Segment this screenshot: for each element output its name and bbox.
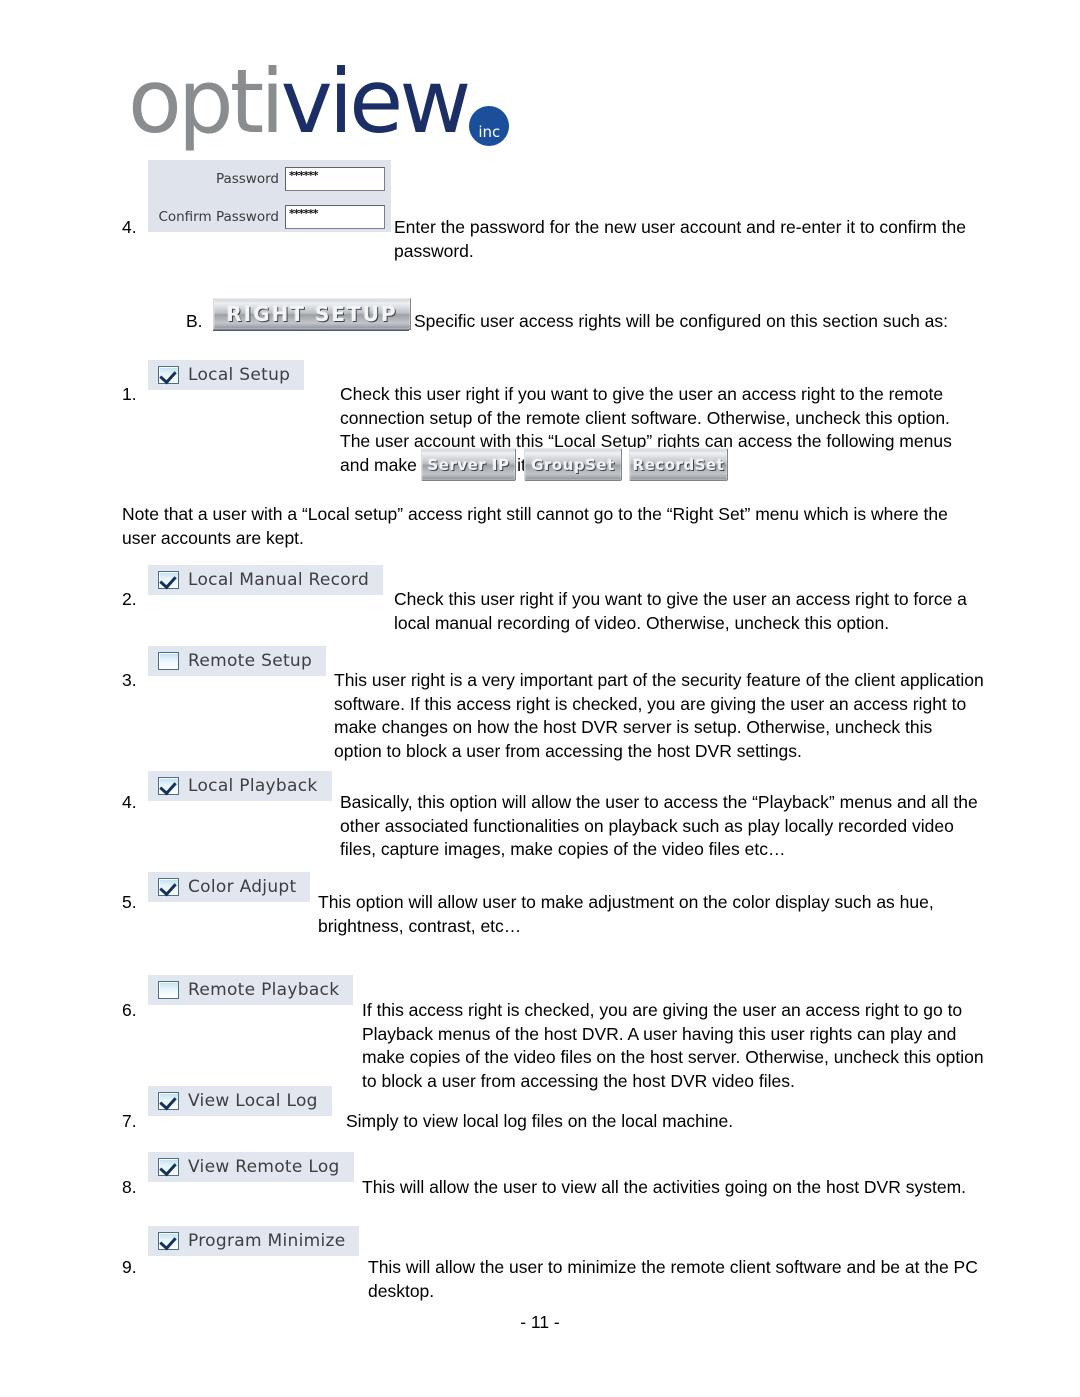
document-page: opti view inc Password ****** Confirm Pass… xyxy=(0,0,1080,1397)
checkbox-chip-remote-playback[interactable]: Remote Playback xyxy=(148,975,354,1005)
logo-text-opti: opti xyxy=(128,50,285,154)
checkbox-chip-local-setup[interactable]: Local Setup xyxy=(148,360,305,390)
server-ip-button[interactable]: Server IP xyxy=(421,448,516,481)
item7-number: 7. xyxy=(122,1111,137,1131)
confirm-password-label: Confirm Password xyxy=(158,209,279,225)
item8-text: This will allow the user to view all the… xyxy=(362,1177,967,1197)
item5-text-head: This option will allow user to make adju… xyxy=(318,892,934,936)
checkbox-checked-icon[interactable] xyxy=(158,1232,179,1250)
item8-number: 8. xyxy=(122,1177,137,1197)
recordset-button[interactable]: RecordSet xyxy=(629,448,728,481)
item3-text-head: This user right is a very important part… xyxy=(334,670,984,761)
checkbox-label-local-setup: Local Setup xyxy=(188,365,291,385)
item2-number: 2. xyxy=(122,589,137,609)
checkbox-chip-view-local-log[interactable]: View Local Log xyxy=(148,1086,332,1116)
item2-text-head: Check this user right if you want to giv… xyxy=(394,589,967,633)
right-setup-button[interactable]: RIGHT SETUP xyxy=(213,298,411,330)
item5-number: 5. xyxy=(122,892,137,912)
checkbox-chip-remote-setup[interactable]: Remote Setup xyxy=(148,646,327,676)
logo-inc-badge: inc xyxy=(469,106,510,146)
checkbox-checked-icon[interactable] xyxy=(158,1158,179,1176)
checkbox-label-view-local-log: View Local Log xyxy=(188,1091,318,1111)
item1-number: 1. xyxy=(122,384,137,404)
checkbox-chip-program-minimize[interactable]: Program Minimize xyxy=(148,1226,360,1256)
checkbox-label-remote-playback: Remote Playback xyxy=(188,980,340,1000)
checkbox-checked-icon[interactable] xyxy=(158,366,179,384)
checkbox-checked-icon[interactable] xyxy=(158,1092,179,1110)
checkbox-chip-view-remote-log[interactable]: View Remote Log xyxy=(148,1152,354,1182)
checkbox-chip-color-adjupt[interactable]: Color Adjupt xyxy=(148,872,311,902)
sectionB-number: B. xyxy=(186,311,203,331)
confirm-password-row: Confirm Password ****** xyxy=(148,202,391,232)
checkbox-checked-icon[interactable] xyxy=(158,878,179,896)
logo-inc-text: inc xyxy=(478,123,501,141)
item7-text: Simply to view local log files on the lo… xyxy=(346,1111,734,1131)
item6-number: 6. xyxy=(122,1000,137,1020)
step4-number: 4. xyxy=(122,217,137,237)
checkbox-chip-local-manual-record[interactable]: Local Manual Record xyxy=(148,565,384,595)
sectionB-text: Specific user access rights will be conf… xyxy=(414,311,949,331)
confirm-password-input-value: ****** xyxy=(289,207,318,220)
optiview-logo: opti view inc xyxy=(128,50,510,154)
password-row: Password ****** xyxy=(148,164,391,194)
checkbox-unchecked-icon[interactable] xyxy=(158,652,179,670)
item9-number: 9. xyxy=(122,1257,137,1277)
checkbox-label-remote-setup: Remote Setup xyxy=(188,651,313,671)
item3-number: 3. xyxy=(122,670,137,690)
item4-text-head: Basically, this option will allow the us… xyxy=(340,792,978,859)
checkbox-unchecked-icon[interactable] xyxy=(158,981,179,999)
checkbox-label-view-remote-log: View Remote Log xyxy=(188,1157,340,1177)
item6-text-head: If this access right is checked, you are… xyxy=(362,1000,984,1091)
step4-text-first-line: Enter the password for the new user acco… xyxy=(394,217,966,261)
item4-number: 4. xyxy=(122,792,137,812)
confirm-password-input[interactable]: ****** xyxy=(285,205,385,229)
checkbox-label-program-minimize: Program Minimize xyxy=(188,1231,346,1251)
password-label: Password xyxy=(215,171,279,187)
note-text: Note that a user with a “Local setup” ac… xyxy=(122,504,948,548)
password-input[interactable]: ****** xyxy=(285,167,385,191)
checkbox-label-color-adjupt: Color Adjupt xyxy=(188,877,297,897)
checkbox-label-local-playback: Local Playback xyxy=(188,776,318,796)
page-footer: - 11 - xyxy=(520,1312,560,1332)
groupset-button[interactable]: GroupSet xyxy=(524,448,622,481)
password-input-value: ****** xyxy=(289,169,318,182)
password-dialog-fragment: Password ****** Confirm Password ****** xyxy=(148,160,391,232)
logo-text-view: view xyxy=(280,50,472,154)
checkbox-label-local-manual-record: Local Manual Record xyxy=(188,570,370,590)
checkbox-chip-local-playback[interactable]: Local Playback xyxy=(148,771,332,801)
checkbox-checked-icon[interactable] xyxy=(158,777,179,795)
checkbox-checked-icon[interactable] xyxy=(158,571,179,589)
item9-text: This will allow the user to minimize the… xyxy=(368,1257,978,1301)
